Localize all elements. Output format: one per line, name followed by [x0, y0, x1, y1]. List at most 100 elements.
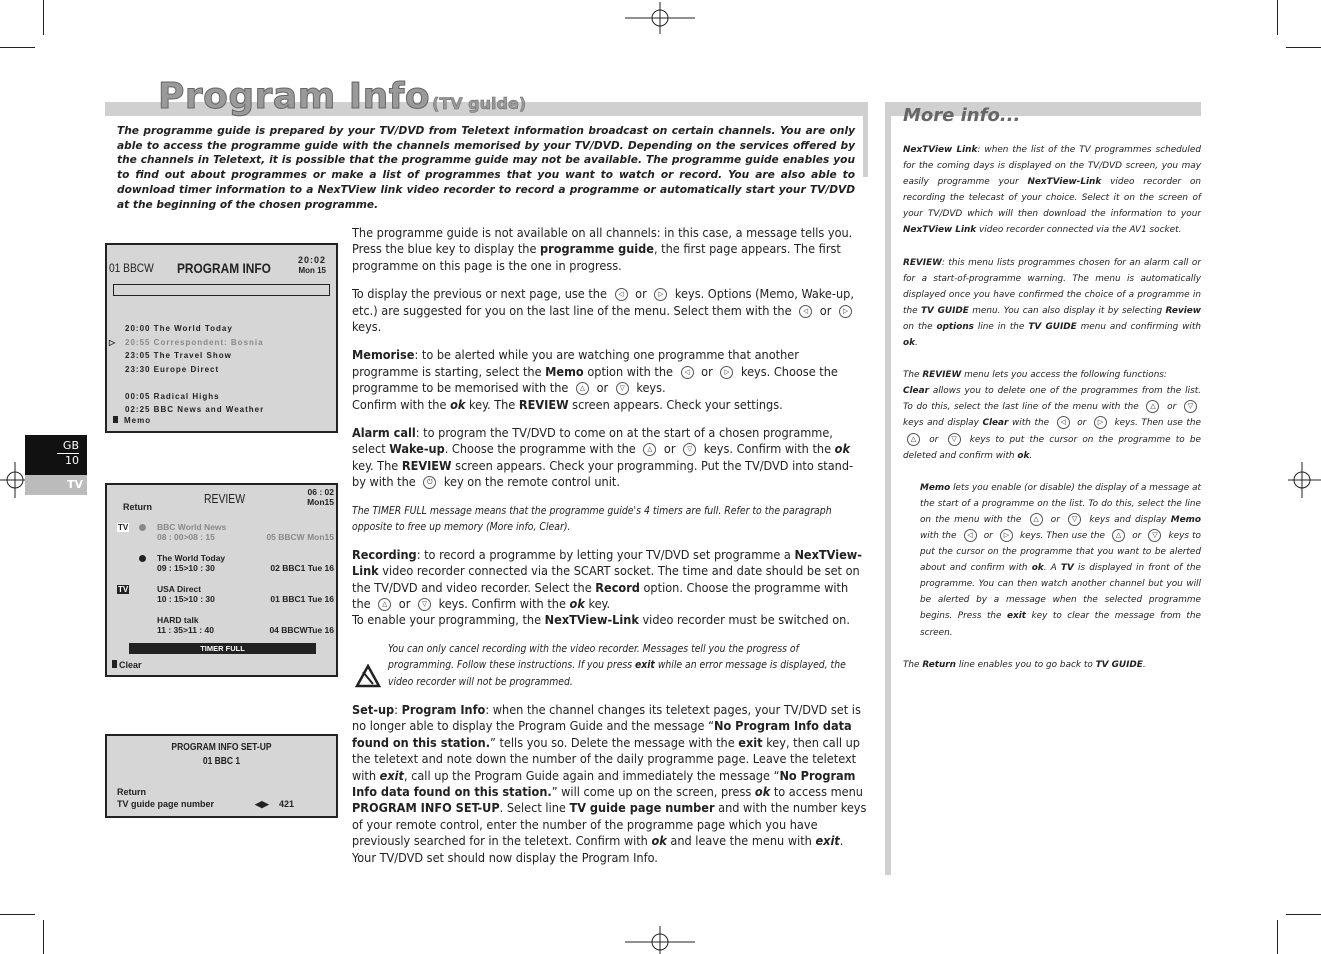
review-item[interactable]: HARD talk 11 : 35>11 : 40 04 BBCWTue 16 [107, 615, 336, 646]
text-run: Recording [352, 546, 417, 562]
review-screen: REVIEW 06 : 02 Mon15 Return TV BBC World … [105, 483, 338, 677]
right-key-icon: ▷ [654, 288, 668, 302]
key-indicator-icon [113, 416, 118, 423]
programme-item[interactable]: 02:25 BBC News and Weather [125, 403, 264, 417]
text-run: menu and confirming with [1076, 321, 1201, 332]
programme-name: BBC World News [157, 522, 227, 532]
text-run: exit [1007, 611, 1027, 622]
left-right-arrows-icon: ◀▶ [255, 799, 269, 809]
text-run: Memo [1170, 514, 1201, 525]
review-item[interactable]: TV BBC World News 08 : 00>08 : 15 05 BBCW M… [107, 522, 336, 553]
up-key-icon: △ [1112, 528, 1126, 542]
left-key-icon: ◁ [963, 528, 977, 542]
review-item[interactable]: The World Today 09 : 15>10 : 30 02 BBC1 Tu… [107, 553, 336, 584]
page-number: 10 [57, 453, 79, 468]
page-number-option[interactable]: TV guide page number [117, 799, 214, 809]
down-key-icon: ▽ [947, 432, 961, 446]
crop-mark [0, 47, 35, 48]
screen-title: PROGRAM INFO [177, 260, 271, 276]
text-run: options [936, 321, 974, 332]
text-run: REVIEW [401, 457, 452, 473]
text-run: ok [651, 833, 667, 849]
text-run: To display the previous or next page, us… [352, 286, 611, 302]
text-run: Alarm call [352, 425, 416, 441]
clear-option[interactable]: Clear [112, 660, 142, 670]
text-run: NexTView Link [903, 225, 977, 236]
memo-option[interactable]: Memo [113, 416, 151, 425]
text-run: Wake-up [389, 441, 445, 457]
text-run: TV guide page number [569, 800, 715, 816]
text-run: or [1129, 530, 1145, 541]
paragraph: The programme guide is not available on … [352, 225, 867, 274]
page-number-value[interactable]: 421 [279, 799, 294, 809]
text-run: REVIEW [922, 370, 962, 381]
text-run: or [592, 380, 612, 396]
text-run: . [915, 338, 918, 349]
text-run: on the [903, 321, 937, 332]
programme-item[interactable]: 20:00 The World Today [125, 322, 264, 336]
date: Mon 15 [298, 266, 326, 275]
paragraph: The REVIEW menu lets you access the foll… [903, 367, 1201, 464]
text-run: or [631, 286, 651, 302]
registration-mark [625, 926, 695, 954]
left-key-icon: ◁ [799, 304, 813, 318]
text-run: screen appears. Check your settings. [568, 396, 783, 412]
text-run: ok [569, 595, 585, 611]
paragraph: Alarm call: to program the TV/DVD to com… [352, 425, 867, 491]
text-run: exit [379, 767, 404, 783]
programme-item[interactable] [125, 376, 264, 390]
programme-channel: 02 BBC1 Tue 16 [270, 563, 334, 573]
text-run: menu lets you access the following funct… [961, 370, 1167, 381]
channel-label: 01 BBCW [109, 261, 154, 275]
programme-item[interactable]: 00:05 Radical Highs [125, 390, 264, 404]
text-run: programme guide [540, 241, 654, 257]
text-run: . [1142, 659, 1146, 670]
text-run: TV GUIDE [1095, 659, 1143, 670]
text-run: Return [922, 659, 956, 670]
up-key-icon: △ [378, 597, 392, 611]
paragraph: NexTView Link: when the list of the TV p… [903, 142, 1201, 239]
page-tab: GB 10 TV [25, 435, 87, 495]
programme-item[interactable]: 23:30 Europe Direct [125, 363, 264, 377]
clear-label: Clear [119, 660, 142, 670]
paragraph: Recording: to record a programme by lett… [352, 547, 867, 629]
down-key-icon: ▽ [683, 443, 697, 457]
date: Mon15 [307, 497, 334, 507]
paragraph: Set-up: Program Info: when the channel c… [352, 702, 867, 866]
return-option[interactable]: Return [123, 502, 152, 512]
programme-name: HARD talk [157, 615, 199, 625]
text-run: Program Info [401, 701, 486, 717]
down-key-icon: ▽ [1068, 512, 1082, 526]
left-key-icon: ◁ [680, 365, 694, 379]
text-run: TV GUIDE [920, 305, 969, 316]
programme-item[interactable]: 23:05 The Travel Show [125, 349, 264, 363]
clock-icon [139, 524, 146, 531]
review-item[interactable]: TV USA Direct 10 : 15>10 : 30 01 BBC1 Tue 1… [107, 584, 336, 615]
tv-badge-icon: TV [117, 585, 130, 594]
text-run: . Choose the programme with the [444, 441, 640, 457]
programme-item-selected[interactable]: ▷ 20:55 Correspondent: Bosnia [109, 336, 264, 350]
registration-mark [625, 2, 695, 34]
text-run: NexTView-Link [1027, 177, 1102, 188]
screen-title: REVIEW [204, 491, 246, 506]
up-key-icon: △ [907, 432, 920, 446]
programme-item[interactable]: 20:55 Correspondent: Bosnia [125, 336, 264, 350]
text-run: . [1029, 450, 1033, 461]
text-run: keys and display [903, 418, 983, 429]
sidebar-divider [885, 102, 891, 875]
text-run: exit [738, 734, 763, 750]
text-run: The [903, 659, 923, 670]
text-run: Record [595, 579, 640, 595]
text-run: Clear [982, 418, 1009, 429]
text-run: key. The [352, 457, 402, 473]
text-run: keys. [352, 319, 382, 335]
warning-icon [355, 664, 381, 688]
text-run: The TIMER FULL message means that the pr… [352, 504, 832, 533]
text-run: video recorder connected via the AV1 soc… [976, 225, 1182, 236]
divider [863, 102, 868, 177]
timer-full-banner: TIMER FULL [129, 643, 316, 654]
clock-icon [139, 555, 146, 562]
text-run: Review [1165, 305, 1201, 316]
text-run: Memo [920, 482, 951, 493]
return-option[interactable]: Return [117, 787, 146, 797]
